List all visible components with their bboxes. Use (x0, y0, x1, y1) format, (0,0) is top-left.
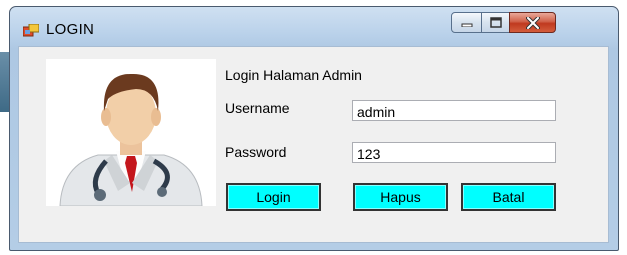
window-title: LOGIN (46, 21, 95, 38)
maximize-icon (489, 17, 502, 28)
minimize-icon (461, 23, 472, 27)
close-icon (525, 16, 540, 29)
username-field[interactable]: admin (352, 100, 556, 121)
form-client-area: Login Halaman Admin Username admin Passw… (18, 46, 609, 243)
password-field[interactable]: 123 (352, 142, 556, 163)
doctor-avatar (46, 59, 216, 206)
login-button[interactable]: Login (226, 183, 321, 211)
batal-button[interactable]: Batal (461, 183, 556, 211)
title-bar[interactable]: LOGIN (10, 7, 618, 47)
form-heading: Login Halaman Admin (225, 67, 362, 83)
login-window: LOGIN Login Halaman Admin Username admin… (9, 6, 619, 251)
maximize-button[interactable] (481, 12, 510, 33)
minimize-button[interactable] (451, 12, 482, 33)
form-app-icon (23, 24, 39, 37)
username-label: Username (225, 100, 290, 116)
hapus-button[interactable]: Hapus (353, 183, 448, 211)
password-label: Password (225, 144, 287, 160)
close-button[interactable] (509, 12, 556, 33)
